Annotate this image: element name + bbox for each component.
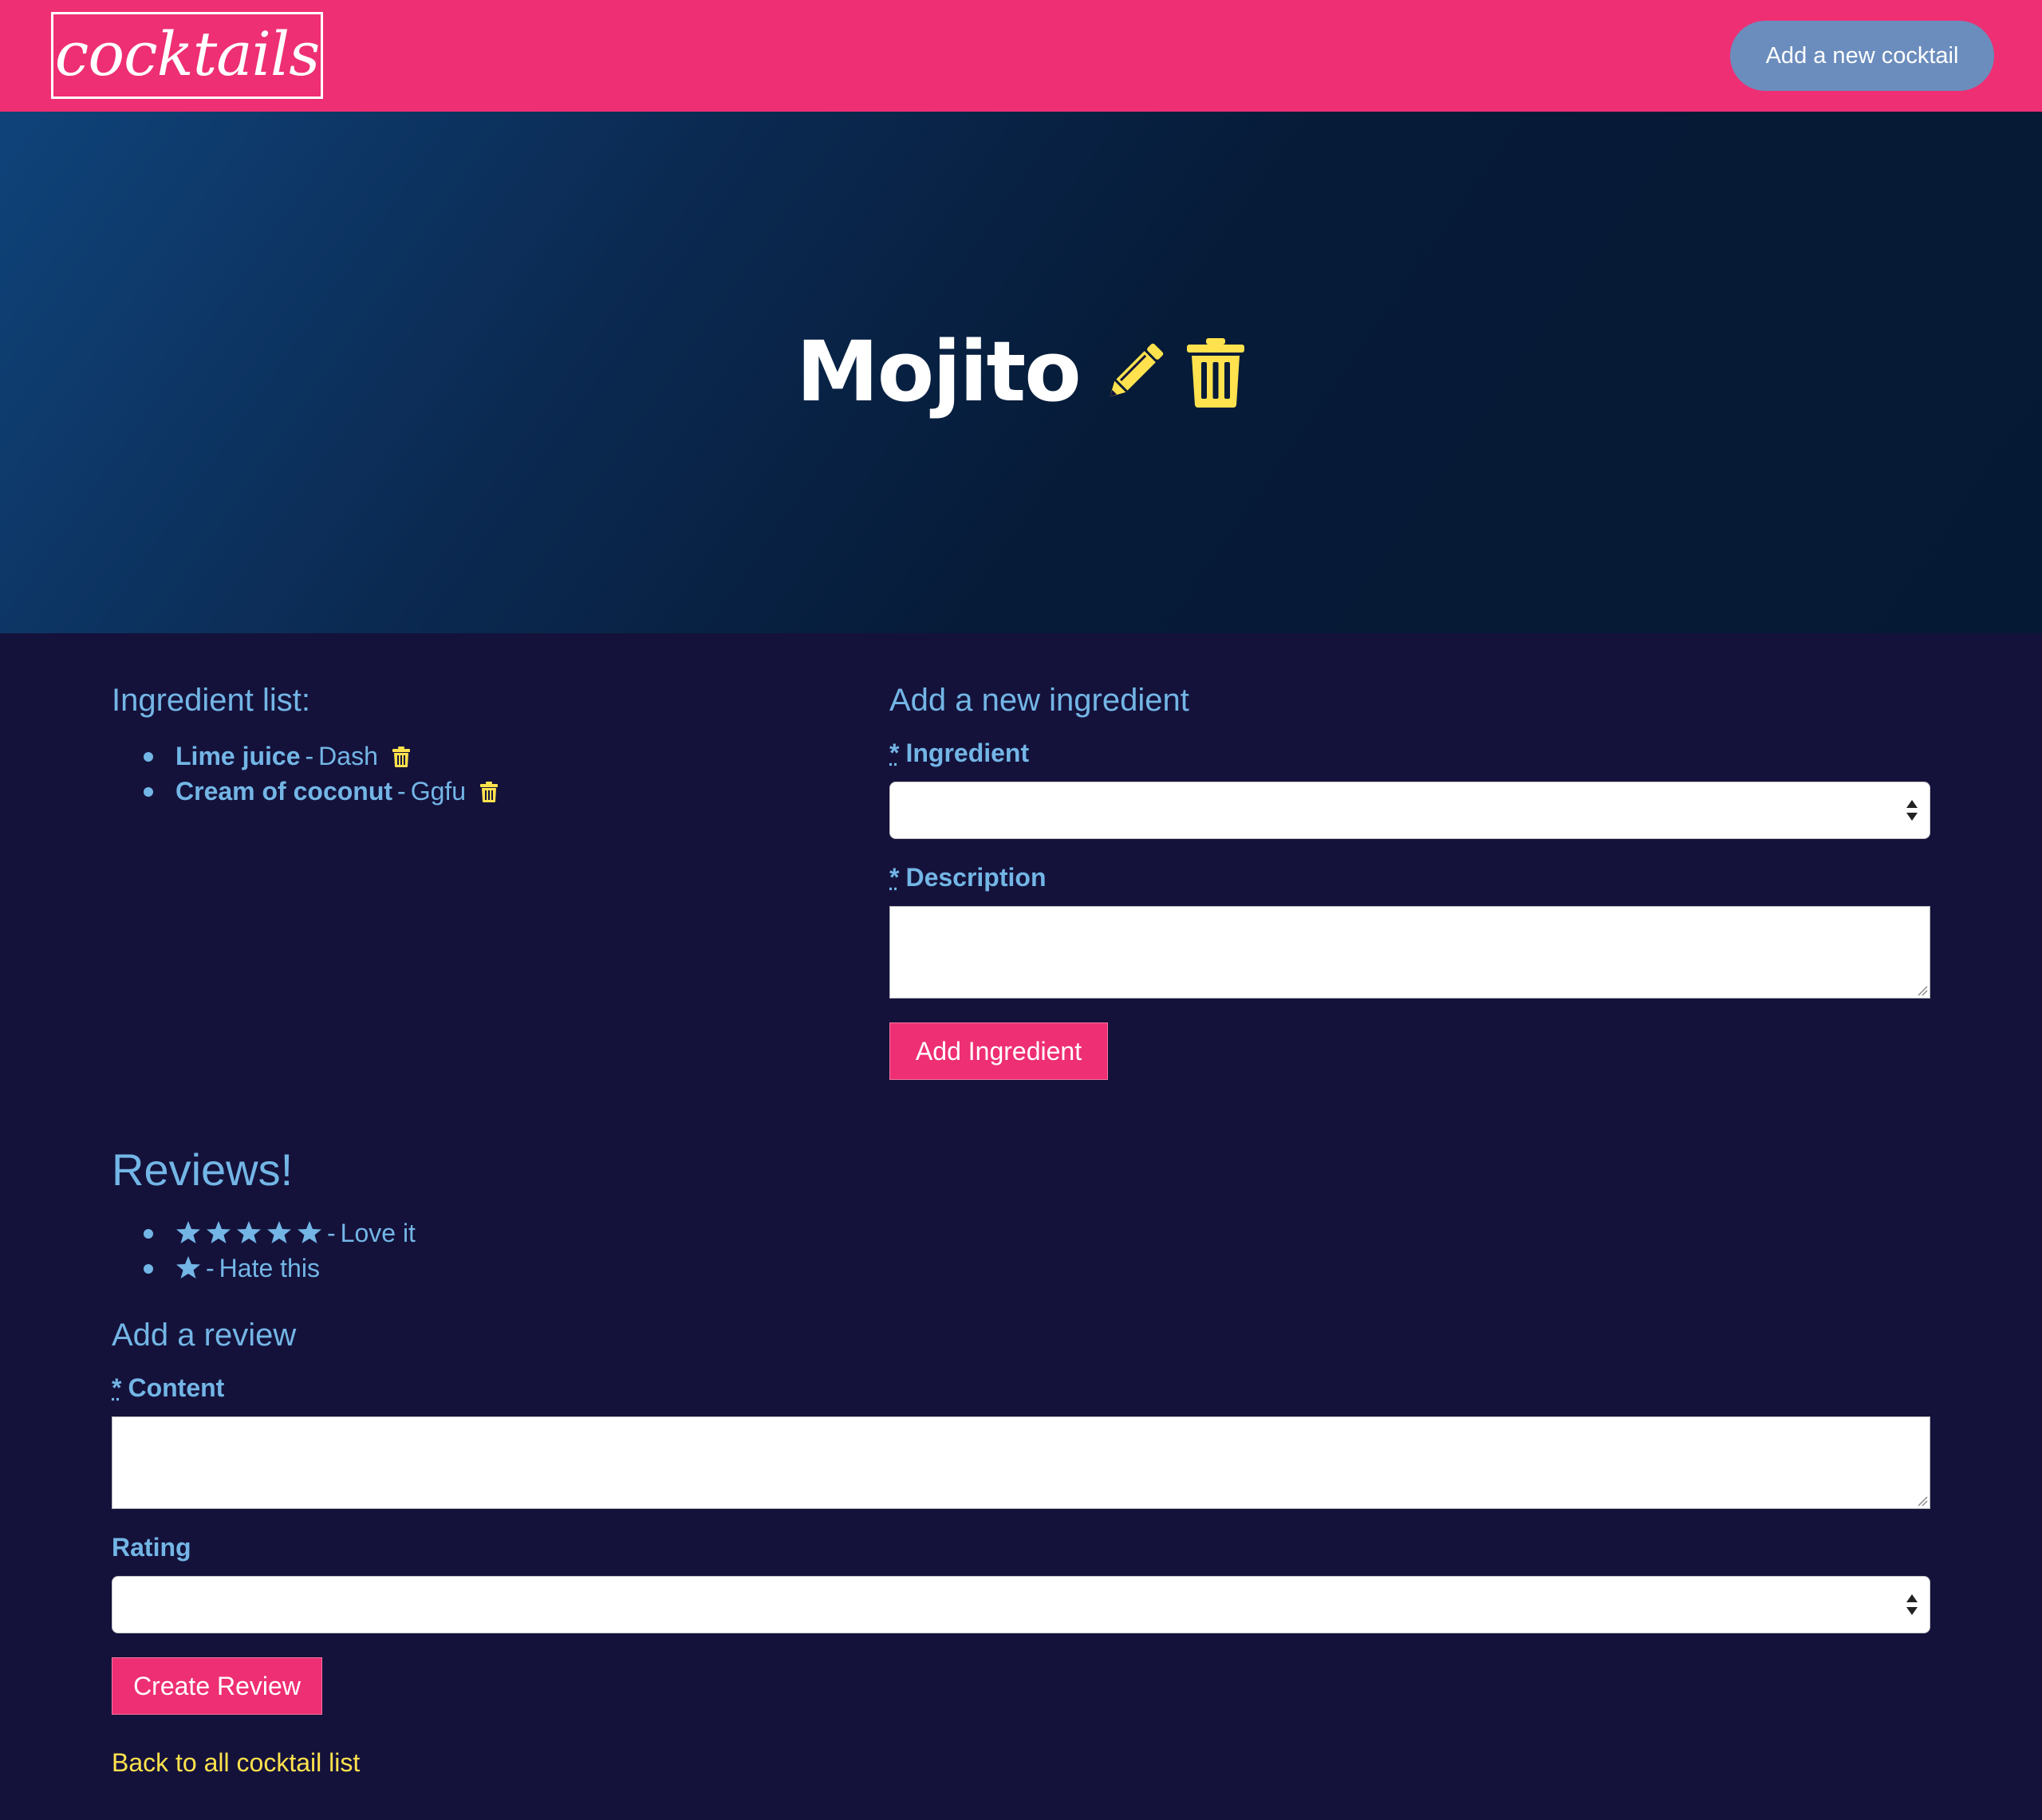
content-label-text: Content [128,1373,225,1402]
star-icon [236,1220,262,1244]
pencil-icon[interactable] [1101,337,1168,408]
trash-icon[interactable] [1185,337,1246,408]
list-item: Lime juice - Dash [112,739,499,774]
trash-icon[interactable] [479,781,499,803]
ingredient-name: Cream of coconut [175,777,393,806]
add-ingredient-heading: Add a new ingredient [889,683,1189,718]
ingredient-description: Ggfu [410,777,467,806]
navbar: cocktails Add a new cocktail [0,0,2042,112]
star-icon [266,1220,292,1244]
add-review-heading: Add a review [112,1318,297,1353]
star-icon [206,1220,231,1244]
select-arrows-icon [1906,798,1918,822]
required-marker: * [112,1373,122,1402]
list-item: - Hate this [112,1251,416,1286]
content-textarea[interactable] [112,1416,1930,1509]
list-item: Cream of coconut - Ggfu [112,774,499,809]
bullet [144,752,153,762]
description-textarea[interactable] [889,906,1930,999]
add-new-cocktail-button[interactable]: Add a new cocktail [1730,21,1994,91]
rating-select[interactable] [112,1576,1930,1633]
cocktail-title: Mojito [796,323,1081,420]
hero-banner: Mojito [0,112,2042,633]
resize-grip-icon[interactable] [1915,983,1928,996]
ingredient-name: Lime juice [175,742,301,770]
trash-icon[interactable] [392,746,411,768]
description-label-text: Description [905,863,1047,892]
cocktail-title-row: Mojito [0,112,2042,633]
description-label: * Description [889,863,1046,892]
star-rating [175,1253,206,1288]
create-review-button[interactable]: Create Review [112,1657,322,1715]
back-to-list-link[interactable]: Back to all cocktail list [112,1748,360,1778]
review-list: - Love it - Hate this [112,1215,416,1286]
ingredient-list: Lime juice - Dash Cream of coconut - Ggfu [112,739,499,809]
resize-grip-icon[interactable] [1915,1494,1928,1507]
star-icon [175,1220,201,1244]
star-icon [175,1255,201,1279]
bullet [144,787,153,797]
star-icon [297,1220,322,1244]
reviews-heading: Reviews! [112,1144,294,1195]
ingredient-label-text: Ingredient [905,739,1030,767]
review-content: Hate this [219,1254,320,1282]
select-arrows-icon [1906,1593,1918,1617]
bullet [144,1264,153,1274]
star-rating [175,1218,327,1253]
add-ingredient-button[interactable]: Add Ingredient [889,1022,1108,1080]
ingredient-select[interactable] [889,782,1930,839]
list-item: - Love it [112,1215,416,1251]
required-marker: * [889,863,900,892]
ingredient-description: Dash [318,742,378,770]
rating-label: Rating [112,1533,191,1562]
required-marker: * [889,739,900,767]
bullet [144,1229,153,1239]
site-logo[interactable]: cocktails [51,12,323,99]
content-label: * Content [112,1373,224,1403]
main-content: Ingredient list: Lime juice - Dash Cream o… [0,633,2042,1820]
review-content: Love it [340,1219,416,1247]
ingredient-list-heading: Ingredient list: [112,683,311,718]
ingredient-label: * Ingredient [889,739,1029,768]
